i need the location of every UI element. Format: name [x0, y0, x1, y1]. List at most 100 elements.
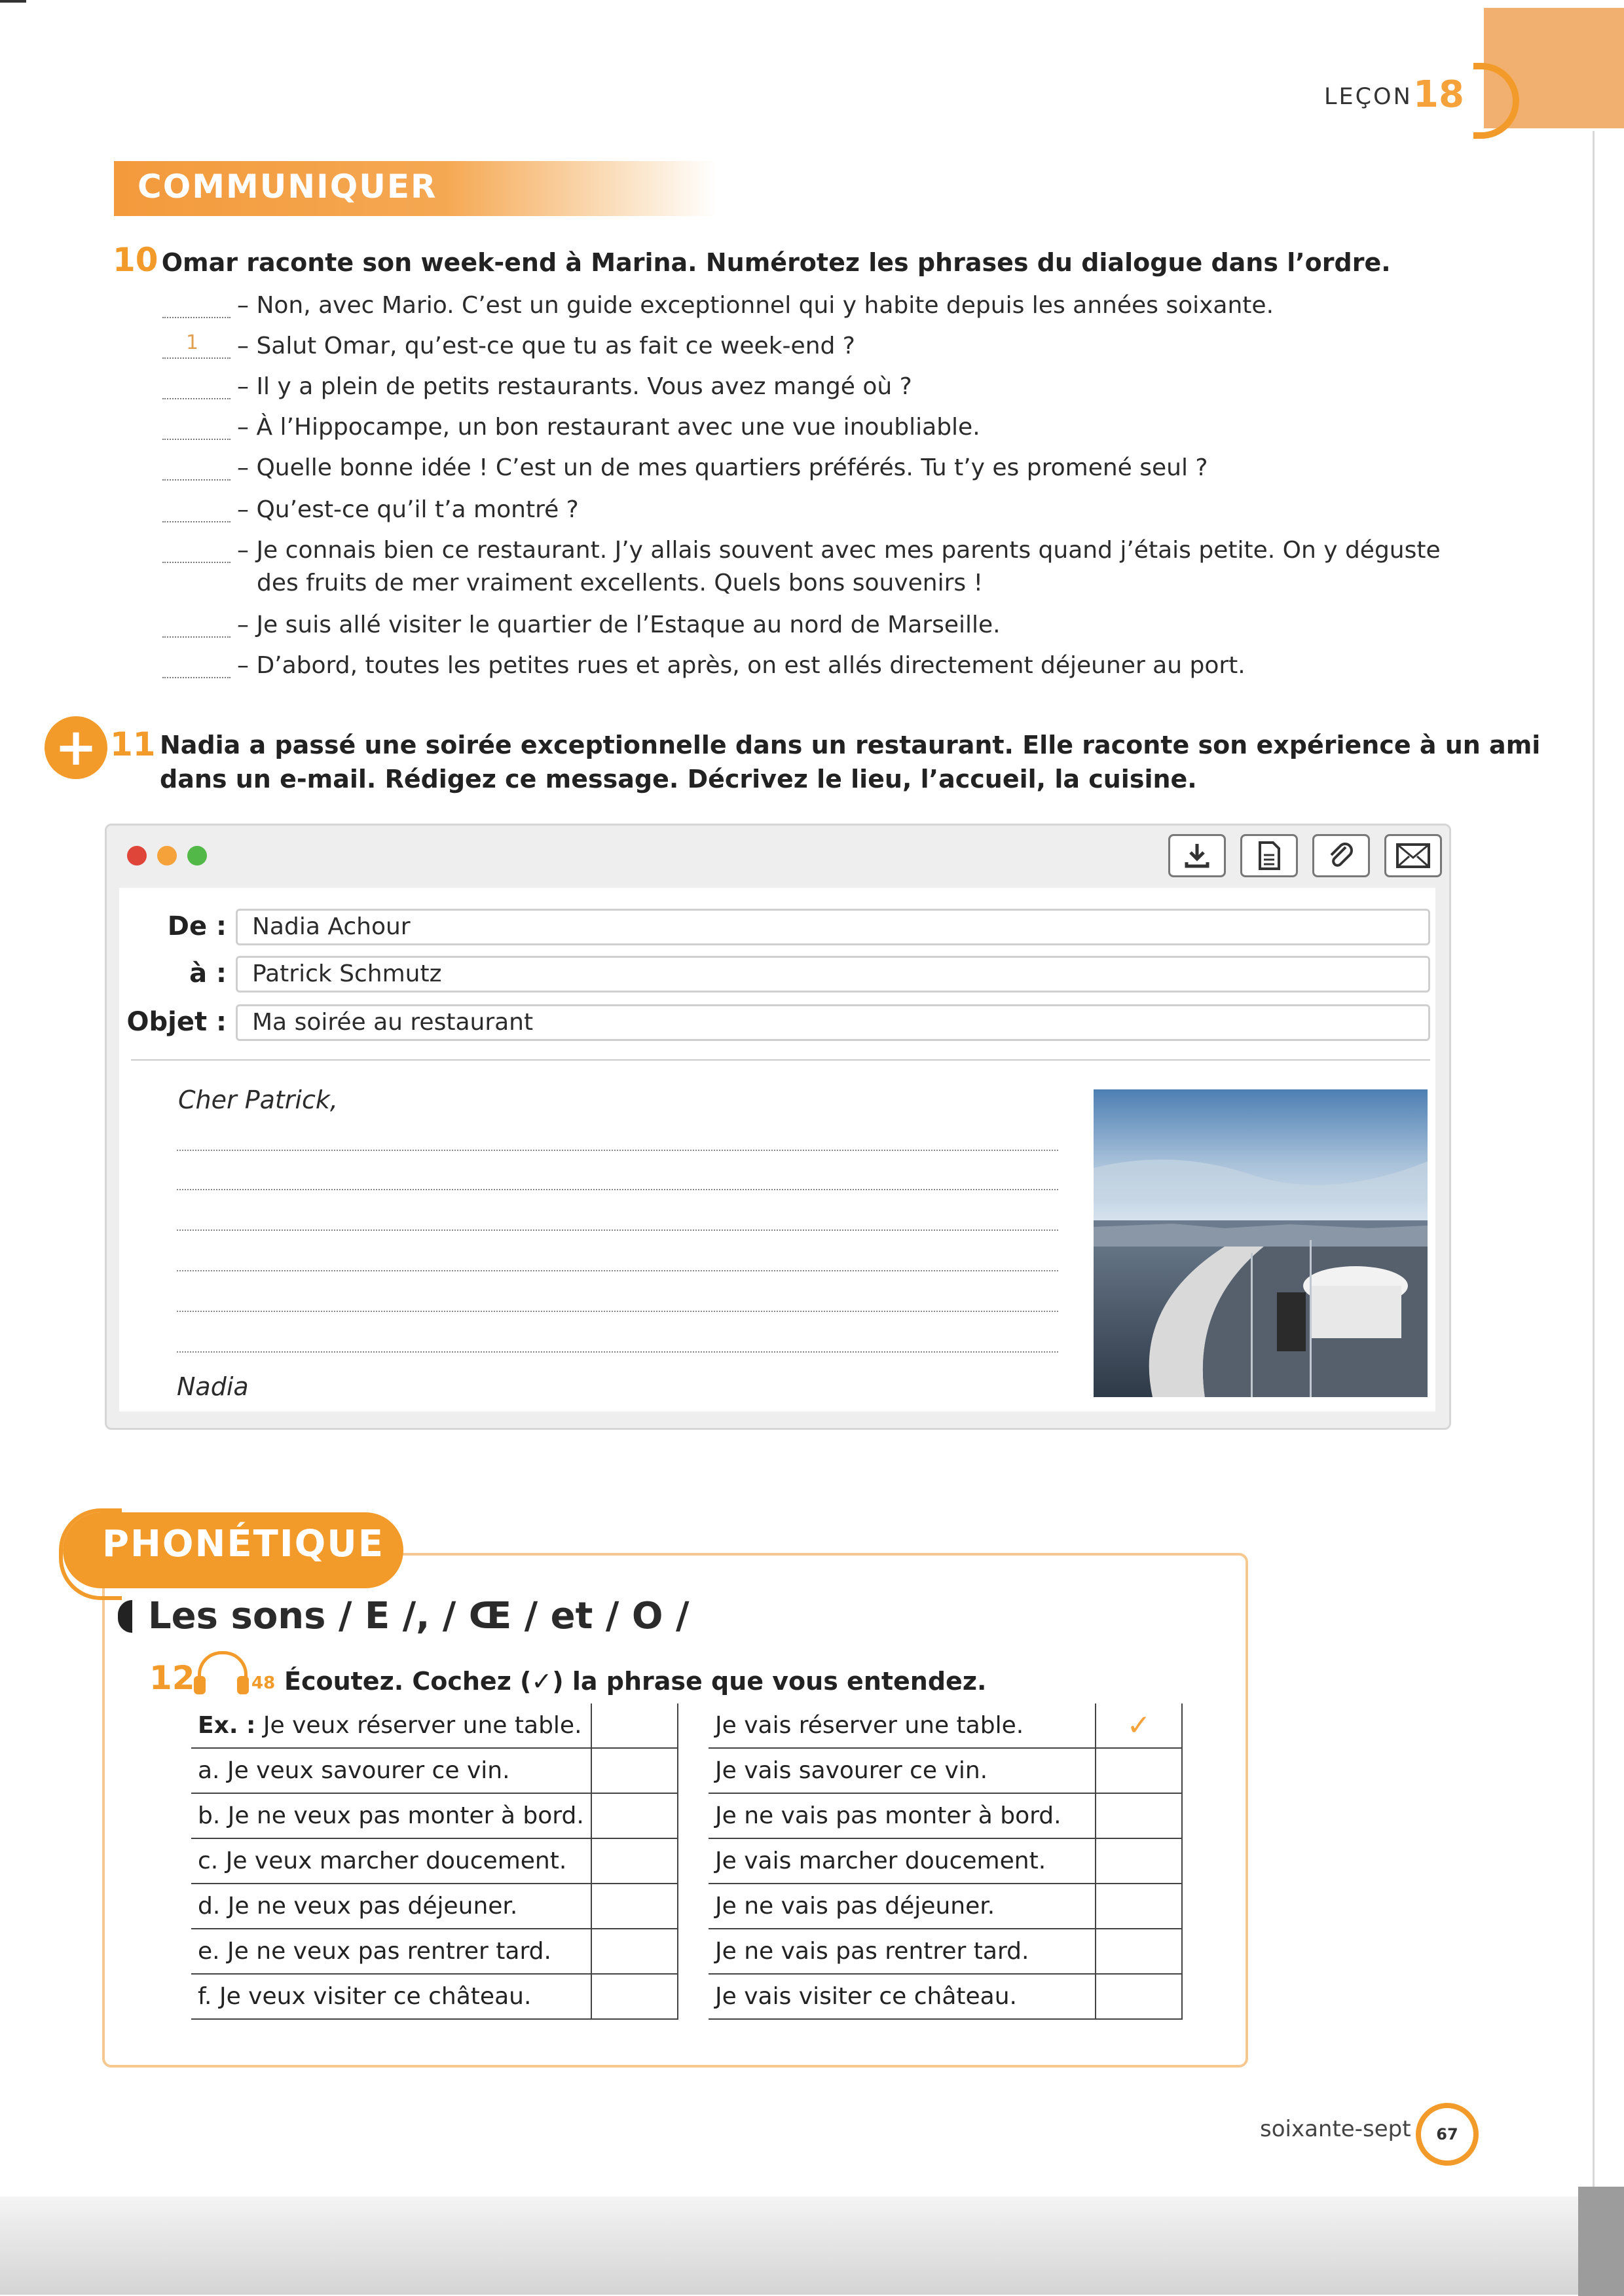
scan-corner-mark: [0, 0, 26, 3]
dialogue-line: – Non, avec Mario. C’est un guide except…: [237, 292, 1274, 319]
email-greeting: Cher Patrick,: [178, 1085, 338, 1114]
section-title: COMMUNIQUER: [138, 168, 437, 206]
phonetics-row: d. Je ne veux pas déjeuner.: [191, 1884, 678, 1929]
answer-blank[interactable]: [162, 521, 231, 522]
phonetics-row: Je ne vais pas monter à bord.: [709, 1793, 1183, 1839]
phonetics-row: Je vais visiter ce château.: [709, 1974, 1183, 2020]
page-edge-shadow: [1593, 131, 1595, 2252]
phonetics-row: Je vais savourer ce vin.: [709, 1748, 1183, 1794]
answer-blank[interactable]: [162, 398, 231, 399]
minimize-dot-icon[interactable]: [157, 846, 177, 866]
sentence-text: Je veux visiter ce château.: [219, 1983, 532, 2010]
checkbox[interactable]: [591, 1838, 678, 1884]
dialogue-line: – Je suis allé visiter le quartier de l’…: [237, 611, 1001, 638]
phonetics-row: b. Je ne veux pas monter à bord.: [191, 1793, 678, 1839]
checkbox[interactable]: [1095, 1748, 1183, 1794]
writing-line[interactable]: [177, 1150, 1058, 1151]
row-letter: b.: [198, 1802, 221, 1829]
checkbox[interactable]: [1095, 1929, 1183, 1975]
exercise-instruction-line2: dans un e-mail. Rédigez ce message. Décr…: [160, 765, 1197, 793]
row-letter: d.: [198, 1893, 221, 1920]
checkbox[interactable]: [591, 1974, 678, 2020]
checkbox[interactable]: [1095, 1884, 1183, 1929]
checkbox[interactable]: [591, 1748, 678, 1794]
sentence-text: Je ne veux pas déjeuner.: [227, 1893, 518, 1920]
sentence-text: Je veux marcher doucement.: [225, 1848, 567, 1874]
sentence-cell: Ex. : Je veux réserver une table.: [191, 1704, 591, 1749]
writing-line[interactable]: [177, 1189, 1058, 1190]
answer-blank[interactable]: [162, 636, 231, 638]
sentence-cell: a. Je veux savourer ce vin.: [191, 1748, 591, 1794]
checkbox[interactable]: [591, 1704, 678, 1749]
writing-line[interactable]: [177, 1230, 1058, 1231]
writing-line[interactable]: [177, 1270, 1058, 1271]
answer-blank[interactable]: [162, 479, 231, 481]
maximize-dot-icon[interactable]: [187, 846, 207, 866]
answer-blank[interactable]: [162, 357, 231, 359]
sentence-text: Je ne veux pas monter à bord.: [227, 1802, 584, 1829]
sentence-text: Je ne vais pas rentrer tard.: [709, 1929, 1096, 1975]
header-divider: [131, 1059, 1430, 1061]
row-letter: f.: [198, 1983, 212, 2010]
phonetics-row: c. Je veux marcher doucement.: [191, 1838, 678, 1884]
phonetics-row: e. Je ne veux pas rentrer tard.: [191, 1929, 678, 1975]
phonetics-row: Ex. : Je veux réserver une table.: [191, 1704, 678, 1749]
phonetics-table-left: Ex. : Je veux réserver une table. a. Je v…: [191, 1704, 678, 2020]
row-letter: e.: [198, 1938, 220, 1965]
phonetics-subtitle: Les sons / E /, / Œ / et / O /: [148, 1595, 690, 1637]
dialogue-line: – D’abord, toutes les petites rues et ap…: [237, 652, 1246, 679]
exercise-instruction: Omar raconte son week-end à Marina. Numé…: [161, 248, 1391, 277]
answer-value: 1: [186, 331, 199, 354]
row-letter: c.: [198, 1848, 219, 1874]
answer-blank[interactable]: [162, 677, 231, 678]
phonetics-row: Je vais marcher doucement.: [709, 1838, 1183, 1884]
page-number-words: soixante-sept: [1260, 2116, 1411, 2142]
checkbox[interactable]: [1095, 1793, 1183, 1839]
dialogue-line: – Il y a plein de petits restaurants. Vo…: [237, 373, 912, 400]
answer-blank[interactable]: [162, 439, 231, 440]
attachment-icon[interactable]: [1312, 834, 1370, 877]
phonetics-table-right: Je vais réserver une table. ✓ Je vais savo…: [709, 1704, 1183, 2020]
writing-line[interactable]: [177, 1311, 1058, 1312]
close-dot-icon[interactable]: [127, 846, 147, 866]
envelope-icon[interactable]: [1384, 834, 1442, 877]
phonetics-row: f. Je veux visiter ce château.: [191, 1974, 678, 2020]
checkbox[interactable]: [591, 1793, 678, 1839]
headphones-icon-right: [237, 1676, 249, 1694]
exercise-instruction: Écoutez. Cochez (✓) la phrase que vous e…: [284, 1667, 987, 1696]
sentence-text: Je ne veux pas rentrer tard.: [227, 1938, 551, 1965]
dialogue-line: – À l’Hippocampe, un bon restaurant avec…: [237, 414, 980, 441]
sentence-cell: e. Je ne veux pas rentrer tard.: [191, 1929, 591, 1975]
exercise-number: 12: [149, 1659, 195, 1697]
checkbox[interactable]: ✓: [1095, 1704, 1183, 1749]
lesson-number: 18: [1413, 73, 1464, 116]
sentence-text: Je vais savourer ce vin.: [709, 1748, 1096, 1794]
from-field[interactable]: Nadia Achour: [236, 909, 1430, 945]
dialogue-line: – Je connais bien ce restaurant. J’y all…: [237, 537, 1441, 564]
headphones-icon-left: [194, 1676, 206, 1694]
download-icon[interactable]: [1168, 834, 1226, 877]
sentence-text: Je veux réserver une table.: [263, 1712, 582, 1739]
to-field[interactable]: Patrick Schmutz: [236, 956, 1430, 993]
dialogue-line: – Quelle bonne idée ! C’est un de mes qu…: [237, 454, 1208, 481]
sentence-text: Je vais marcher doucement.: [709, 1838, 1096, 1884]
checkbox[interactable]: [1095, 1838, 1183, 1884]
exercise-instruction-line1: Nadia a passé une soirée exceptionnelle …: [160, 731, 1541, 759]
sentence-cell: d. Je ne veux pas déjeuner.: [191, 1884, 591, 1929]
dialogue-line: – Qu’est-ce qu’il t’a montré ?: [237, 496, 579, 523]
sentence-cell: b. Je ne veux pas monter à bord.: [191, 1793, 591, 1839]
phonetics-row: a. Je veux savourer ce vin.: [191, 1748, 678, 1794]
checkbox[interactable]: [591, 1929, 678, 1975]
row-letter: a.: [198, 1757, 220, 1784]
phonetics-row: Je ne vais pas rentrer tard.: [709, 1929, 1183, 1975]
lesson-label: LEÇON: [1324, 84, 1412, 110]
plus-icon: +: [45, 716, 107, 779]
checkbox[interactable]: [1095, 1974, 1183, 2020]
writing-line[interactable]: [177, 1351, 1058, 1353]
checkbox[interactable]: [591, 1884, 678, 1929]
to-label: à :: [189, 958, 227, 989]
answer-blank[interactable]: [162, 317, 231, 318]
document-icon[interactable]: [1240, 834, 1298, 877]
answer-blank[interactable]: [162, 562, 231, 563]
subject-field[interactable]: Ma soirée au restaurant: [236, 1004, 1430, 1041]
